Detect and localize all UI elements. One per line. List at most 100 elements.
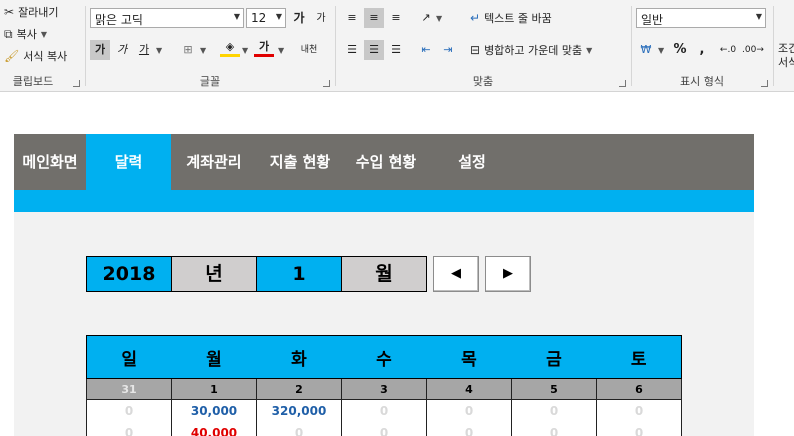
divider xyxy=(773,6,774,86)
chevron-down-icon: ▼ xyxy=(658,46,665,55)
weekday-wed: 수 xyxy=(341,335,427,379)
increase-indent-icon[interactable]: ⇥ xyxy=(438,40,458,60)
month-unit-label: 월 xyxy=(341,256,427,292)
align-right-icon[interactable]: ☰ xyxy=(386,40,406,60)
worksheet: 메인화면 달력 계좌관리 지출 현황 수입 현황 설정 2018 년 1 월 ◀… xyxy=(0,93,794,436)
income-row: 0 30,000 320,000 0 0 0 0 xyxy=(86,399,682,422)
font-name-value: 맑은 고딕 xyxy=(95,13,143,27)
dialog-launcher-icon[interactable] xyxy=(619,80,626,87)
number-group: 일반 ▼ ₩ ▼ % , ←.0 .00→ 표시 형식 xyxy=(632,0,772,92)
nav-item-calendar[interactable]: 달력 xyxy=(86,134,171,190)
date-row: 31 1 2 3 4 5 6 xyxy=(86,378,682,400)
accounting-format-icon[interactable]: ₩ xyxy=(636,40,656,60)
month-value[interactable]: 1 xyxy=(256,256,342,292)
chevron-down-icon: ▼ xyxy=(156,46,163,55)
amount-cell[interactable]: 0 xyxy=(511,421,597,436)
comma-button[interactable]: , xyxy=(692,40,712,60)
amount-cell[interactable]: 0 xyxy=(256,421,342,436)
cut-button[interactable]: ✂ 잘라내기 xyxy=(4,4,59,20)
wrap-text-icon: ↵ xyxy=(470,11,481,25)
format-painter-label: 서식 복사 xyxy=(23,50,68,63)
align-middle-icon[interactable]: ≡ xyxy=(364,8,384,28)
wrap-text-label: 텍스트 줄 바꿈 xyxy=(484,12,552,25)
amount-cell[interactable]: 0 xyxy=(86,399,172,422)
font-name-select[interactable]: 맑은 고딕 ▼ xyxy=(90,8,244,28)
year-value[interactable]: 2018 xyxy=(86,256,172,292)
weekday-tue: 화 xyxy=(256,335,342,379)
number-format-select[interactable]: 일반 ▼ xyxy=(636,8,766,28)
grow-font-button[interactable]: 가 xyxy=(289,8,309,28)
align-top-icon[interactable]: ≡ xyxy=(342,8,362,28)
date-cell[interactable]: 5 xyxy=(511,378,597,400)
amount-cell[interactable]: 0 xyxy=(511,399,597,422)
nav-item-settings[interactable]: 설정 xyxy=(429,134,515,190)
dialog-launcher-icon[interactable] xyxy=(73,80,80,87)
orientation-icon[interactable]: ↗ xyxy=(416,8,436,28)
prev-month-button[interactable]: ◀ xyxy=(433,256,479,292)
chevron-down-icon: ▼ xyxy=(755,12,762,21)
merge-center-button[interactable]: ⊟ 병합하고 가운데 맞춤 ▼ xyxy=(470,40,592,60)
align-center-icon[interactable]: ☰ xyxy=(364,40,384,60)
amount-cell[interactable]: 0 xyxy=(426,399,512,422)
decrease-decimal-icon[interactable]: .00→ xyxy=(742,40,764,60)
copy-button[interactable]: ⧉ 복사 ▼ xyxy=(4,26,47,42)
income-amount-cell[interactable]: 30,000 xyxy=(171,399,257,422)
weekday-sat: 토 xyxy=(596,335,682,379)
date-cell[interactable]: 4 xyxy=(426,378,512,400)
date-cell[interactable]: 3 xyxy=(341,378,427,400)
excel-window: ✂ 잘라내기 ⧉ 복사 ▼ 🖌 서식 복사 클립보드 맑은 고딕 ▼ 12 ▼ … xyxy=(0,0,794,436)
phonetic-button[interactable]: 내천 xyxy=(296,40,322,60)
align-left-icon[interactable]: ☰ xyxy=(342,40,362,60)
alignment-group: ≡ ≡ ≡ ↗ ▼ ☰ ☰ ☰ ⇤ ⇥ ↵ 텍스트 줄 바꿈 ⊟ 병합하고 가운… xyxy=(336,0,630,92)
amount-cell[interactable]: 0 xyxy=(426,421,512,436)
expense-amount-cell[interactable]: 40,000 xyxy=(171,421,257,436)
dialog-launcher-icon[interactable] xyxy=(761,80,768,87)
bold-button[interactable]: 가 xyxy=(90,40,110,60)
amount-cell[interactable]: 0 xyxy=(341,399,427,422)
chevron-down-icon: ▼ xyxy=(436,14,443,23)
shrink-font-button[interactable]: 가 xyxy=(311,9,331,29)
font-group-label: 글꼴 xyxy=(199,75,221,88)
nav-bar: 메인화면 달력 계좌관리 지출 현황 수입 현황 설정 xyxy=(14,134,754,190)
date-cell[interactable]: 1 xyxy=(171,378,257,400)
scissors-icon: ✂ xyxy=(4,5,15,19)
calendar-table: 일 월 화 수 목 금 토 31 1 2 3 4 5 6 0 30,000 32… xyxy=(86,335,682,436)
income-amount-cell[interactable]: 320,000 xyxy=(256,399,342,422)
clipboard-group: ✂ 잘라내기 ⧉ 복사 ▼ 🖌 서식 복사 클립보드 xyxy=(0,0,84,92)
nav-item-income[interactable]: 수입 현황 xyxy=(343,134,429,190)
number-format-value: 일반 xyxy=(641,13,664,27)
align-bottom-icon[interactable]: ≡ xyxy=(386,8,406,28)
format-painter-button[interactable]: 🖌 서식 복사 xyxy=(4,48,67,64)
next-month-button[interactable]: ▶ xyxy=(485,256,531,292)
font-size-select[interactable]: 12 ▼ xyxy=(246,8,286,28)
amount-cell[interactable]: 0 xyxy=(341,421,427,436)
ribbon: ✂ 잘라내기 ⧉ 복사 ▼ 🖌 서식 복사 클립보드 맑은 고딕 ▼ 12 ▼ … xyxy=(0,0,794,92)
underline-button[interactable]: 가 xyxy=(134,40,154,60)
fill-color-icon[interactable]: ◈ xyxy=(220,38,240,57)
font-color-button[interactable]: 가 xyxy=(254,38,274,57)
calendar-panel: 2018 년 1 월 ◀ ▶ 일 월 화 수 목 금 토 31 1 2 3 4 … xyxy=(14,212,754,436)
merge-center-label: 병합하고 가운데 맞춤 xyxy=(484,44,583,57)
border-icon[interactable]: ⊞ xyxy=(178,40,198,60)
wrap-text-button[interactable]: ↵ 텍스트 줄 바꿈 xyxy=(470,8,552,28)
date-cell[interactable]: 2 xyxy=(256,378,342,400)
conditional-format-button[interactable]: 조건 서식 xyxy=(776,0,794,92)
decrease-indent-icon[interactable]: ⇤ xyxy=(416,40,436,60)
nav-item-expense[interactable]: 지출 현황 xyxy=(257,134,343,190)
nav-item-accounts[interactable]: 계좌관리 xyxy=(171,134,257,190)
date-cell[interactable]: 6 xyxy=(596,378,682,400)
date-cell[interactable]: 31 xyxy=(86,378,172,400)
percent-button[interactable]: % xyxy=(670,40,690,60)
chevron-down-icon: ▼ xyxy=(200,46,207,55)
nav-item-main[interactable]: 메인화면 xyxy=(14,134,86,190)
amount-cell[interactable]: 0 xyxy=(596,421,682,436)
italic-button[interactable]: 가 xyxy=(112,40,132,60)
dialog-launcher-icon[interactable] xyxy=(323,80,330,87)
weekday-header-row: 일 월 화 수 목 금 토 xyxy=(86,335,682,379)
amount-cell[interactable]: 0 xyxy=(596,399,682,422)
amount-cell[interactable]: 0 xyxy=(86,421,172,436)
year-unit-label: 년 xyxy=(171,256,257,292)
font-size-value: 12 xyxy=(251,11,267,25)
increase-decimal-icon[interactable]: ←.0 xyxy=(718,40,738,60)
expense-row: 0 40,000 0 0 0 0 0 xyxy=(86,421,682,436)
